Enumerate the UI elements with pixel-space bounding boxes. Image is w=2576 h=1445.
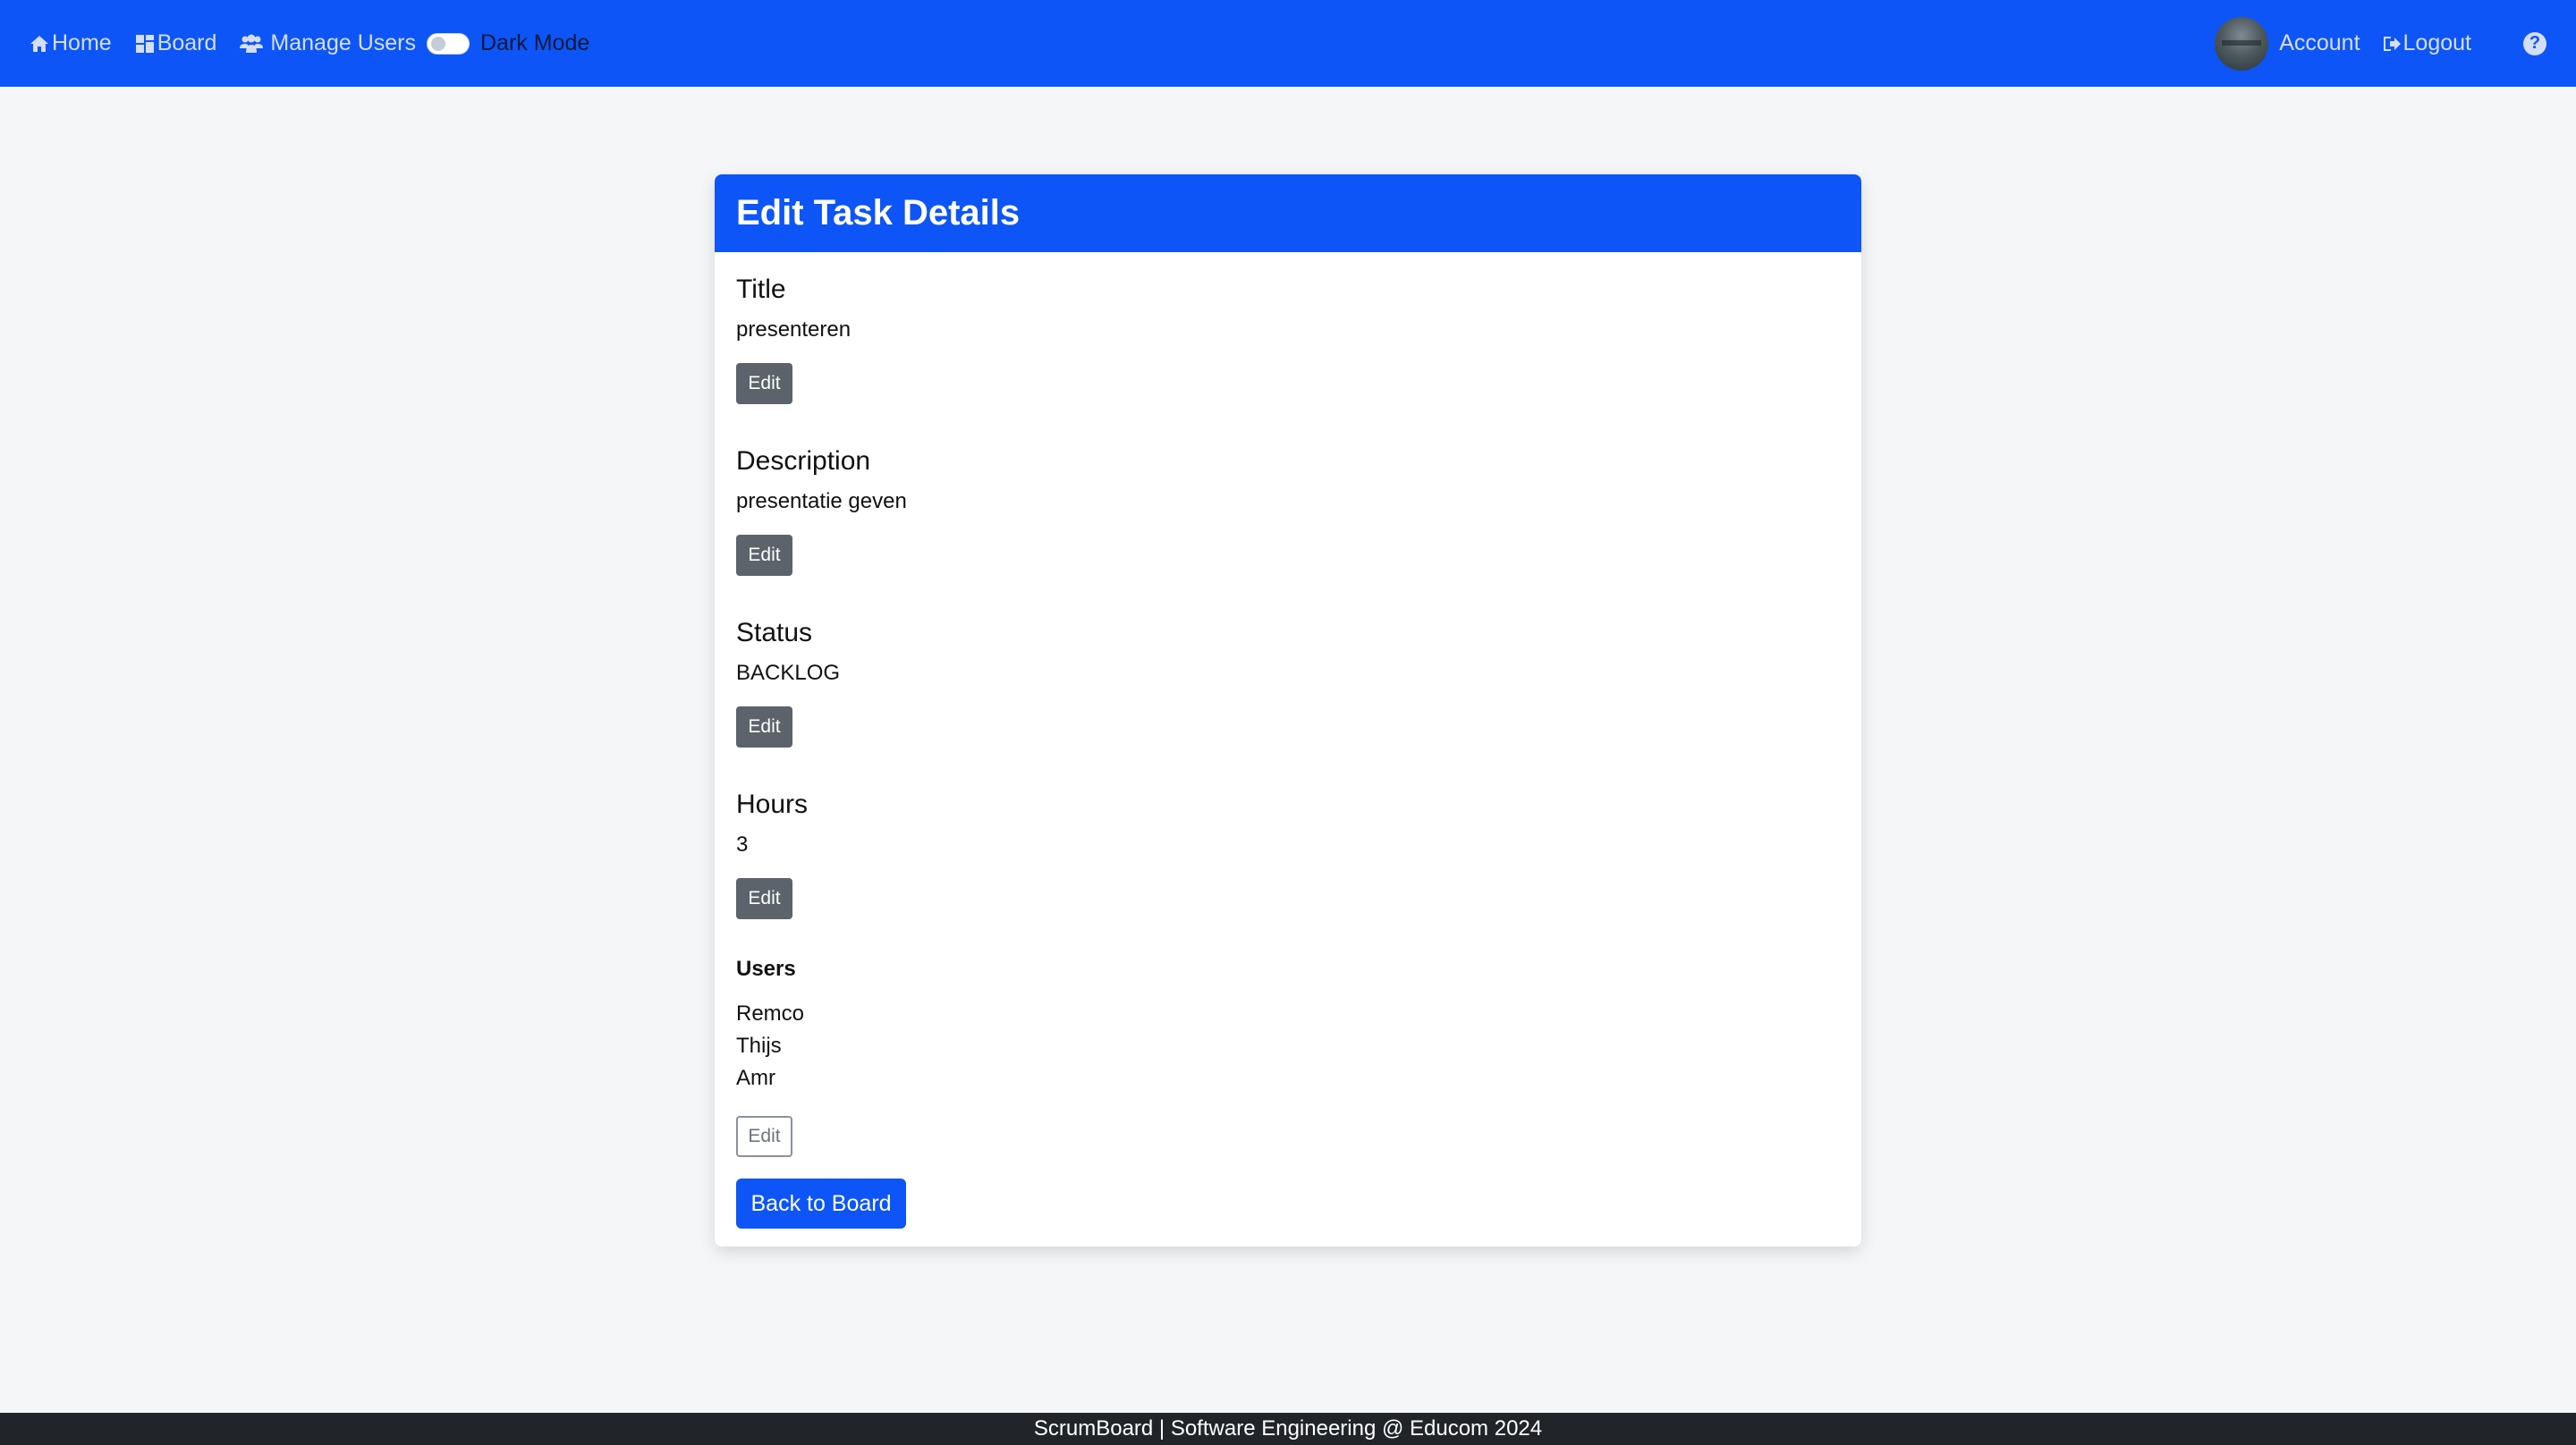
- hours-value: 3: [736, 832, 749, 857]
- nav-home-link[interactable]: Home: [30, 30, 112, 56]
- list-item: Amr: [736, 1066, 775, 1090]
- edit-users-button[interactable]: Edit: [736, 1116, 792, 1157]
- question-circle-icon[interactable]: ?: [2523, 31, 2546, 55]
- nav-manage-users-link[interactable]: Manage Users: [240, 30, 416, 56]
- nav-home-label: Home: [52, 30, 112, 55]
- title-value: presenteren: [736, 317, 852, 342]
- grid-icon: [135, 34, 154, 53]
- dark-mode-toggle-knob: [430, 36, 445, 51]
- edit-task-card: Edit Task Details Title presenteren Edit…: [715, 174, 1861, 1246]
- nav-account-link[interactable]: Account: [2279, 30, 2360, 56]
- description-field: Description presentatie geven Edit: [736, 444, 1840, 576]
- nav-manage-users-label: Manage Users: [270, 30, 416, 55]
- description-heading: Description: [736, 446, 871, 476]
- footer-text: ScrumBoard | Software Engineering @ Educ…: [1033, 1416, 1543, 1441]
- edit-title-button[interactable]: Edit: [736, 363, 792, 404]
- users-field: Users Remco Thijs Amr Edit: [736, 955, 1840, 1157]
- edit-hours-button[interactable]: Edit: [736, 878, 792, 919]
- back-to-board-button[interactable]: Back to Board: [736, 1179, 906, 1229]
- avatar[interactable]: [2215, 16, 2269, 71]
- nav-logout-link[interactable]: Logout: [2382, 30, 2471, 56]
- logout-icon: [2383, 36, 2401, 51]
- dark-mode-label: Dark Mode: [479, 30, 590, 55]
- hours-heading: Hours: [736, 790, 809, 819]
- nav-logout-label: Logout: [2402, 30, 2471, 55]
- users-list: Remco Thijs Amr: [736, 998, 1840, 1094]
- nav-board-link[interactable]: Board: [135, 30, 217, 56]
- users-icon: [240, 34, 264, 53]
- nav-account-label: Account: [2279, 30, 2360, 55]
- list-item: Remco: [736, 1001, 805, 1026]
- status-heading: Status: [736, 618, 813, 647]
- top-navbar: Home Board Manage Users Dark Mode Accoun…: [0, 0, 2576, 87]
- description-value: presentatie geven: [736, 489, 907, 513]
- edit-status-button[interactable]: Edit: [736, 706, 792, 748]
- navbar-right-group: Account Logout ?: [2215, 0, 2546, 87]
- footer: ScrumBoard | Software Engineering @ Educ…: [0, 1413, 2576, 1445]
- page-title: Edit Task Details: [736, 193, 1021, 232]
- title-field: Title presenteren Edit: [736, 272, 1840, 404]
- card-body: Title presenteren Edit Description prese…: [715, 252, 1861, 1229]
- card-header: Edit Task Details: [715, 174, 1861, 252]
- hours-field: Hours 3 Edit: [736, 787, 1840, 919]
- status-value: BACKLOG: [736, 661, 841, 685]
- nav-board-label: Board: [157, 30, 217, 55]
- status-field: Status BACKLOG Edit: [736, 615, 1840, 748]
- dark-mode-toggle[interactable]: [426, 32, 470, 55]
- title-heading: Title: [736, 275, 786, 304]
- navbar-left-group: Home Board Manage Users Dark Mode: [30, 0, 589, 87]
- home-icon: [30, 35, 48, 52]
- users-heading: Users: [736, 957, 796, 981]
- edit-description-button[interactable]: Edit: [736, 535, 792, 576]
- list-item: Thijs: [736, 1034, 782, 1058]
